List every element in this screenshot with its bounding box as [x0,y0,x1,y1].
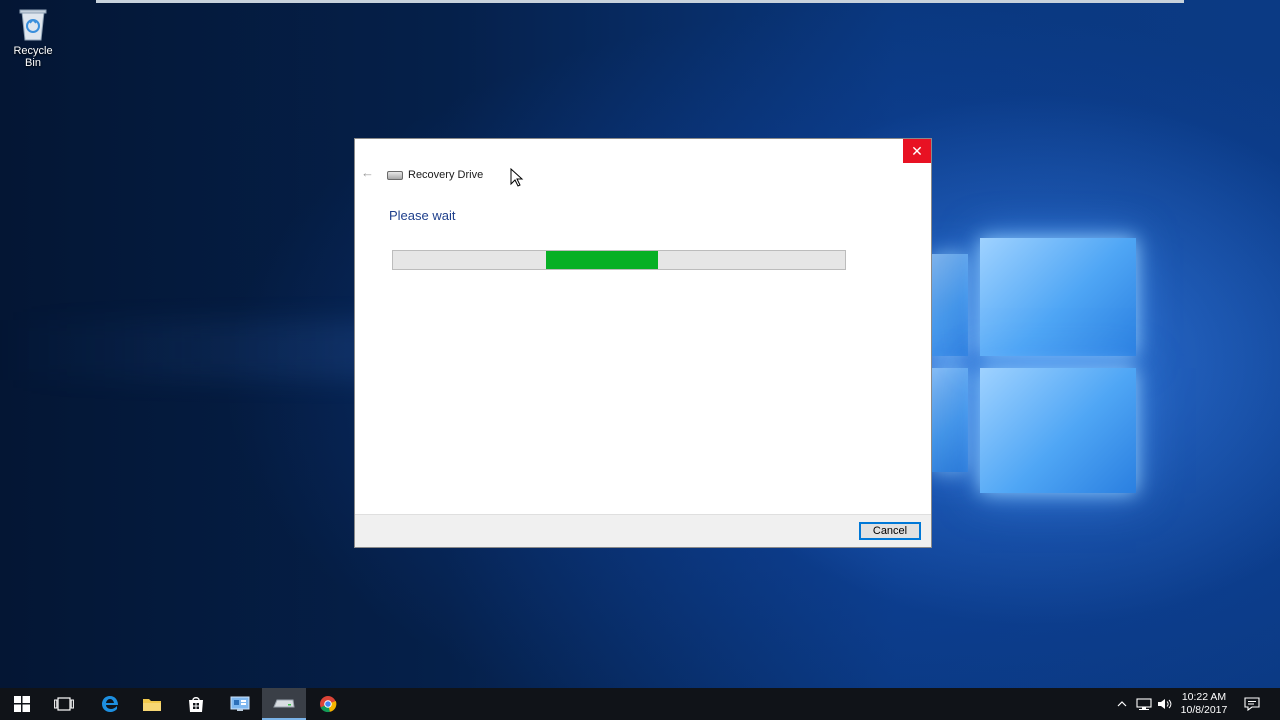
progress-fill [545,251,658,269]
notifications-icon [1244,697,1260,711]
taskbar-file-explorer-button[interactable] [130,688,174,720]
taskbar: 10:22 AM 10/8/2017 [0,688,1280,720]
chrome-icon [320,696,337,713]
speaker-icon [1158,699,1172,709]
windows-logo-pane [932,254,968,356]
store-icon [189,697,203,712]
clock-time: 10:22 AM [1181,691,1227,703]
background-window-edge [96,0,1184,3]
taskbar-clock[interactable]: 10:22 AM 10/8/2017 [1176,691,1232,717]
action-center-button[interactable] [1240,688,1264,720]
dialog-footer: Cancel [355,514,931,547]
desktop-icon-recycle-bin[interactable]: Recycle Bin [4,6,62,69]
dialog-title-row: Recovery Drive [387,169,483,181]
tray-volume[interactable] [1155,688,1175,720]
taskbar-chrome-button[interactable] [306,688,350,720]
taskbar-store-button[interactable] [174,688,218,720]
progress-bar [392,250,846,270]
taskbar-edge-button[interactable] [88,688,132,720]
mouse-pointer-icon [510,168,524,187]
windows-logo-pane [932,368,968,472]
recovery-drive-dialog: ✕ ← Recovery Drive Please wait Cancel [354,138,932,548]
close-button[interactable]: ✕ [903,139,931,163]
start-button[interactable] [0,688,44,720]
dialog-title: Recovery Drive [408,169,484,181]
drive-icon [387,170,403,180]
file-explorer-icon [143,699,161,711]
taskbar-control-panel-button[interactable] [218,688,262,720]
desktop-icon-label: Recycle Bin [13,45,53,69]
start-windows-icon [14,696,30,712]
recycle-bin-icon [19,9,47,41]
clock-date: 10/8/2017 [1180,704,1228,716]
windows-logo-pane [980,238,1136,356]
recovery-drive-icon [273,699,295,708]
close-icon: ✕ [911,142,923,159]
task-view-button[interactable] [42,688,86,720]
back-arrow-icon[interactable]: ← [361,165,374,180]
control-panel-icon [230,696,250,711]
cancel-button[interactable]: Cancel [859,522,921,540]
task-view-icon [54,697,74,711]
edge-browser-icon [102,696,118,712]
tray-network[interactable] [1134,688,1154,720]
network-icon [1136,698,1152,710]
tray-overflow-chevron[interactable] [1112,688,1132,720]
windows-logo-pane [980,368,1136,493]
status-heading: Please wait [389,208,456,223]
taskbar-recovery-drive-button[interactable] [262,688,306,720]
chevron-up-icon [1117,701,1127,707]
